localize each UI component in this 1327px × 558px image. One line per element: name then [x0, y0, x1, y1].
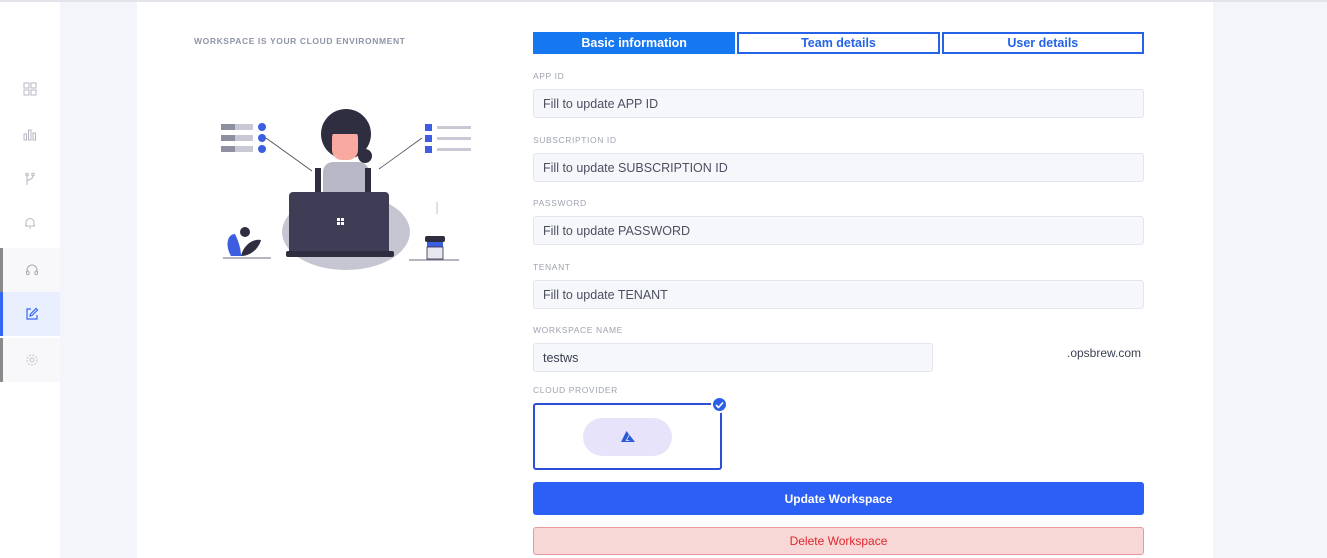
update-workspace-button[interactable]: Update Workspace	[533, 482, 1144, 515]
cloud-provider-label: CLOUD PROVIDER	[533, 385, 618, 395]
git-branch-icon	[25, 172, 35, 185]
domain-suffix: .opsbrew.com	[1067, 346, 1142, 360]
sidebar-item-pipelines[interactable]	[0, 157, 60, 201]
sidebar-item-dashboard[interactable]	[0, 67, 60, 111]
sidebar-item-notifications[interactable]	[0, 201, 60, 245]
sidebar	[0, 2, 60, 558]
tenant-label: TENANT	[533, 262, 571, 272]
dashboard-grid-icon	[23, 82, 37, 96]
sidebar-item-analytics[interactable]	[0, 112, 60, 156]
tagline: WORKSPACE IS YOUR CLOUD ENVIRONMENT	[194, 36, 406, 46]
sidebar-item-edit-workspace[interactable]	[0, 292, 60, 336]
sidebar-item-support[interactable]	[0, 248, 60, 292]
form-tabs: Basic information Team details User deta…	[533, 32, 1144, 54]
provider-logo-pill	[583, 418, 672, 456]
woman-at-laptop-illustration	[221, 109, 471, 270]
subscription-id-input[interactable]	[533, 153, 1144, 182]
azure-logo-icon	[620, 431, 635, 442]
settings-gear-icon	[25, 354, 38, 366]
app-id-input[interactable]	[533, 89, 1144, 118]
workspace-name-input[interactable]	[533, 343, 933, 372]
tenant-input[interactable]	[533, 280, 1144, 309]
edit-icon	[25, 307, 38, 320]
tab-team-details[interactable]: Team details	[737, 32, 940, 54]
bar-chart-icon	[23, 129, 36, 141]
password-input[interactable]	[533, 216, 1144, 245]
tab-basic-information[interactable]: Basic information	[533, 32, 736, 54]
bell-icon	[25, 218, 35, 229]
workspace-name-label: WORKSPACE NAME	[533, 325, 623, 335]
tab-user-details[interactable]: User details	[941, 32, 1144, 54]
headset-icon	[25, 264, 38, 276]
workspace-form-card: WORKSPACE IS YOUR CLOUD ENVIRONMENT Basi…	[137, 2, 1213, 558]
cloud-provider-azure-option[interactable]	[533, 403, 722, 470]
subscription-id-label: SUBSCRIPTION ID	[533, 135, 617, 145]
delete-workspace-button[interactable]: Delete Workspace	[533, 527, 1144, 555]
app-id-label: APP ID	[533, 71, 565, 81]
sidebar-item-settings[interactable]	[0, 338, 60, 382]
password-label: PASSWORD	[533, 198, 587, 208]
selected-check-icon	[711, 396, 728, 413]
